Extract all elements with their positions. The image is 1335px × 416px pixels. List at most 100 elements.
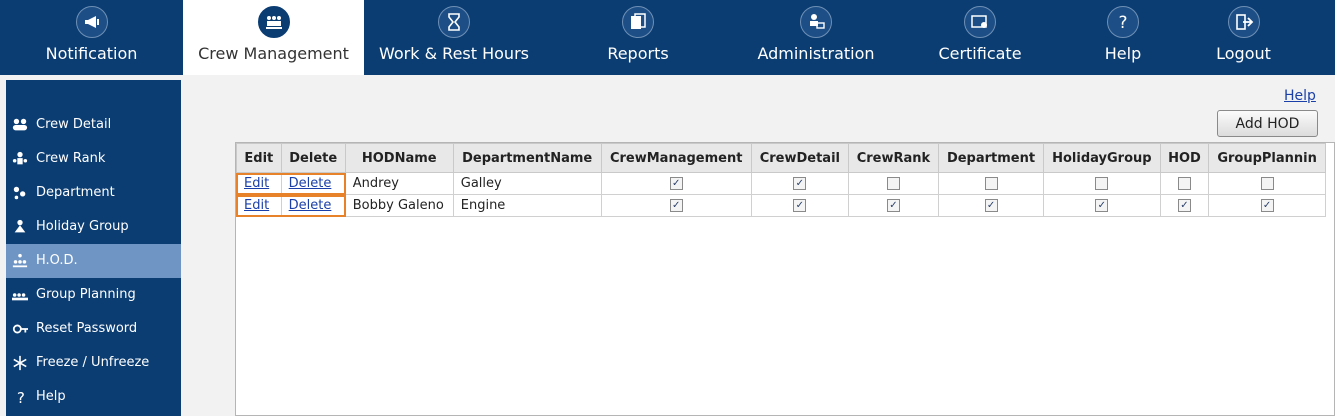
column-header: DepartmentName — [452, 143, 602, 173]
checked-checkbox[interactable]: ✓ — [793, 199, 807, 212]
svg-text:?: ? — [17, 389, 25, 405]
column-header: Delete — [280, 143, 346, 173]
nav-label: Administration — [757, 44, 875, 63]
permission-cell — [1208, 172, 1326, 195]
sidebar-item-help[interactable]: ? Help — [6, 380, 181, 414]
delete-cell: Delete — [280, 194, 346, 217]
nav-work-rest-hours[interactable]: Work & Rest Hours — [364, 0, 544, 75]
delete-link[interactable]: Delete — [289, 176, 332, 191]
reset-password-icon — [10, 321, 30, 337]
permission-cell: ✓ — [937, 194, 1045, 217]
sidebar-item-freeze-unfreeze[interactable]: Freeze / Unfreeze — [6, 346, 181, 380]
checked-checkbox[interactable]: ✓ — [984, 199, 998, 212]
nav-help[interactable]: ? Help — [1060, 0, 1186, 75]
add-hod-button[interactable]: Add HOD — [1217, 110, 1318, 137]
snowflake-icon — [10, 355, 30, 371]
edit-link[interactable]: Edit — [244, 198, 269, 213]
help-link[interactable]: Help — [1284, 88, 1316, 104]
checked-checkbox[interactable]: ✓ — [1177, 199, 1191, 212]
column-header: Edit — [236, 143, 282, 173]
permission-cell — [937, 172, 1045, 195]
nav-administration[interactable]: Administration — [732, 0, 900, 75]
sidebar-item-label: Group Planning — [36, 287, 136, 302]
nav-label: Help — [1104, 44, 1142, 63]
checked-checkbox[interactable]: ✓ — [669, 177, 683, 190]
nav-label: Notification — [45, 44, 138, 63]
column-header: HolidayGroup — [1043, 143, 1161, 173]
svg-text:?: ? — [1118, 13, 1127, 32]
column-header: Department — [937, 143, 1045, 173]
sidebar-item-holiday-group[interactable]: Holiday Group — [6, 210, 181, 244]
edit-cell: Edit — [236, 194, 282, 217]
checked-checkbox[interactable]: ✓ — [1095, 199, 1109, 212]
crew-detail-icon — [10, 117, 30, 133]
question-icon: ? — [10, 389, 30, 407]
column-header: CrewRank — [847, 143, 940, 173]
delete-cell: Delete — [280, 172, 346, 195]
nav-label: Reports — [607, 44, 669, 63]
nav-certificate[interactable]: Certificate — [900, 0, 1060, 75]
checked-checkbox[interactable]: ✓ — [793, 177, 807, 190]
column-header: HOD — [1159, 143, 1210, 173]
column-header: CrewDetail — [750, 143, 849, 173]
unchecked-checkbox[interactable] — [1177, 177, 1191, 190]
hod-icon — [10, 253, 30, 269]
sidebar-item-department[interactable]: Department — [6, 176, 181, 210]
checked-checkbox[interactable]: ✓ — [886, 199, 900, 212]
sidebar-item-label: Reset Password — [36, 321, 138, 336]
documents-icon — [622, 6, 654, 38]
sidebar-item-crew-rank[interactable]: Crew Rank — [6, 142, 181, 176]
permission-cell: ✓ — [600, 194, 752, 217]
unchecked-checkbox[interactable] — [1260, 177, 1274, 190]
hourglass-icon — [438, 6, 470, 38]
hod-grid-panel: Edit Delete HODName DepartmentName CrewManag… — [235, 142, 1335, 416]
delete-link[interactable]: Delete — [289, 198, 332, 213]
sidebar-item-h-o-d[interactable]: H.O.D. — [6, 244, 181, 278]
department-name-cell: Galley — [452, 172, 602, 195]
sidebar-item-reset-password[interactable]: Reset Password — [6, 312, 181, 346]
crew-rank-icon — [10, 151, 30, 167]
table-row: Edit Delete Andrey Galley ✓ ✓ — [236, 172, 1326, 195]
nav-label: Crew Management — [198, 44, 349, 63]
logout-icon — [1227, 6, 1260, 38]
checked-checkbox[interactable]: ✓ — [669, 199, 683, 212]
sidebar-item-label: H.O.D. — [36, 253, 78, 268]
permission-cell: ✓ — [847, 194, 940, 217]
column-header: CrewManagement — [600, 143, 752, 173]
hod-name-cell: Bobby Galeno — [344, 194, 454, 217]
department-icon — [10, 185, 30, 201]
unchecked-checkbox[interactable] — [1095, 177, 1109, 190]
nav-reports[interactable]: Reports — [544, 0, 732, 75]
sidebar-item-label: Crew Rank — [36, 151, 106, 166]
certificate-icon — [964, 6, 996, 38]
edit-cell: Edit — [236, 172, 282, 195]
sidebar-item-label: Freeze / Unfreeze — [36, 355, 150, 370]
nav-notification[interactable]: Notification — [0, 0, 183, 75]
nav-crew-management[interactable]: Crew Management — [183, 0, 364, 75]
sidebar-item-label: Crew Detail — [36, 117, 112, 132]
sidebar: Crew Detail Crew Rank Department Holiday Gr… — [6, 80, 181, 416]
hod-name-cell: Andrey — [344, 172, 454, 195]
permission-cell: ✓ — [1159, 194, 1210, 217]
column-header: HODName — [344, 143, 454, 173]
sidebar-item-crew-detail[interactable]: Crew Detail — [6, 108, 181, 142]
sidebar-item-label: Holiday Group — [36, 219, 129, 234]
edit-link[interactable]: Edit — [244, 176, 269, 191]
sidebar-item-label: Help — [36, 389, 66, 404]
sidebar-item-group-planning[interactable]: Group Planning — [6, 278, 181, 312]
nav-logout[interactable]: Logout — [1186, 0, 1301, 75]
holiday-group-icon — [10, 219, 30, 235]
permission-cell: ✓ — [600, 172, 752, 195]
nav-label: Certificate — [938, 44, 1022, 63]
question-icon: ? — [1107, 6, 1139, 38]
hod-table: Edit Delete HODName DepartmentName CrewManag… — [236, 143, 1326, 217]
unchecked-checkbox[interactable] — [984, 177, 998, 190]
checked-checkbox[interactable]: ✓ — [1260, 199, 1274, 212]
permission-cell: ✓ — [1043, 194, 1161, 217]
crew-group-icon — [257, 6, 290, 38]
permission-cell: ✓ — [750, 194, 849, 217]
unchecked-checkbox[interactable] — [886, 177, 900, 190]
group-planning-icon — [10, 287, 30, 303]
table-row: Edit Delete Bobby Galeno Engine ✓ ✓ ✓ ✓ ✓ ✓ ✓ — [236, 194, 1326, 217]
nav-label: Work & Rest Hours — [379, 44, 529, 63]
